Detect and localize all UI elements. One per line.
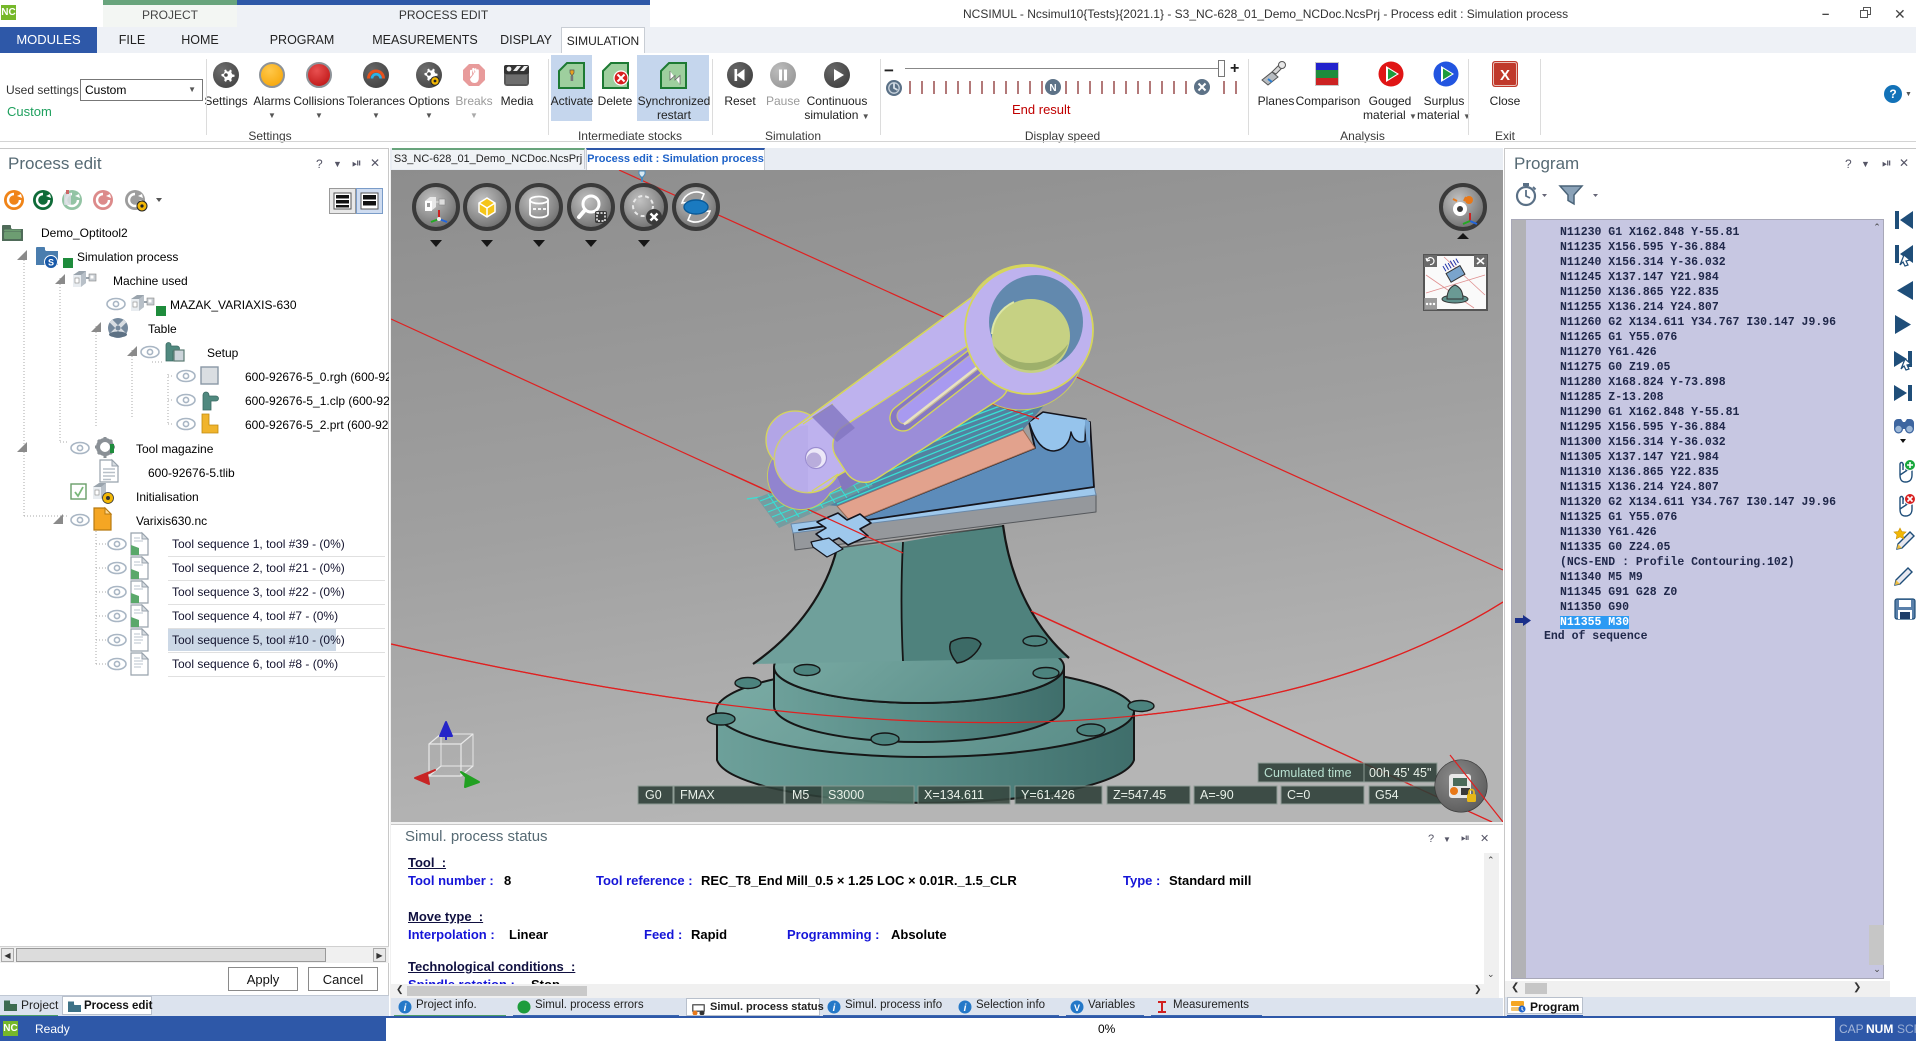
svg-text:Demo_Optitool2: Demo_Optitool2 bbox=[41, 226, 128, 240]
svg-text:Cumulated time: Cumulated time bbox=[1264, 766, 1352, 780]
svg-text:S: S bbox=[48, 258, 54, 268]
svg-text:Y=61.426: Y=61.426 bbox=[1021, 788, 1075, 802]
svg-text:Tool sequence 2, tool #21 -: Tool sequence 2, tool #21 - (0%) bbox=[172, 561, 345, 575]
svg-text:Tool sequence 1, tool #39 -: Tool sequence 1, tool #39 - (0%) bbox=[172, 537, 345, 551]
svg-text:V: V bbox=[1074, 1003, 1080, 1013]
svg-text:Machine used: Machine used bbox=[113, 274, 188, 288]
svg-text:i: i bbox=[833, 1003, 836, 1014]
svg-text:Tool sequence 4, tool #7 - (: Tool sequence 4, tool #7 - (0%) bbox=[172, 609, 338, 623]
svg-text:Table: Table bbox=[148, 322, 177, 336]
svg-text:A=-90: A=-90 bbox=[1200, 788, 1234, 802]
svg-text:i: i bbox=[404, 1003, 407, 1014]
svg-text:600-92676-5_1.clp (600-9267(: 600-92676-5_1.clp (600-9267( bbox=[245, 394, 389, 408]
svg-text:G0: G0 bbox=[645, 788, 662, 802]
svg-text:Z=547.45: Z=547.45 bbox=[1113, 788, 1166, 802]
svg-text:Varixis630.nc: Varixis630.nc bbox=[136, 514, 207, 528]
svg-text:600-92676-5_2.prt (600-92676: 600-92676-5_2.prt (600-92676 bbox=[245, 418, 389, 432]
svg-text:Tool sequence 5, tool #10 -: Tool sequence 5, tool #10 - (0%) bbox=[172, 633, 345, 647]
svg-text:i: i bbox=[964, 1003, 967, 1014]
svg-text:MAZAK_VARIAXIS-630: MAZAK_VARIAXIS-630 bbox=[170, 298, 297, 312]
svg-text:FMAX: FMAX bbox=[680, 788, 715, 802]
svg-text:C=0: C=0 bbox=[1287, 788, 1310, 802]
svg-text:X: X bbox=[1500, 67, 1510, 84]
svg-text:M5: M5 bbox=[792, 788, 809, 802]
svg-text:S3000: S3000 bbox=[828, 788, 864, 802]
svg-text:G54: G54 bbox=[1375, 788, 1399, 802]
svg-text:Initialisation: Initialisation bbox=[136, 490, 199, 504]
svg-text:Tool sequence 3, tool #22 -: Tool sequence 3, tool #22 - (0%) bbox=[172, 585, 345, 599]
svg-text:Tool sequence 6, tool #8 - (: Tool sequence 6, tool #8 - (0%) bbox=[172, 657, 338, 671]
svg-text:Tool magazine: Tool magazine bbox=[136, 442, 214, 456]
svg-text:Setup: Setup bbox=[207, 346, 239, 360]
svg-text:600-92676-5_0.rgh (600-9267: 600-92676-5_0.rgh (600-9267 bbox=[245, 370, 389, 384]
svg-text:600-92676-5.tlib: 600-92676-5.tlib bbox=[148, 466, 235, 480]
svg-text:00h 45' 45": 00h 45' 45" bbox=[1369, 766, 1431, 780]
svg-text:Simulation process: Simulation process bbox=[77, 250, 178, 264]
svg-text:X=134.611: X=134.611 bbox=[924, 788, 984, 802]
svg-text:N: N bbox=[1049, 83, 1056, 94]
